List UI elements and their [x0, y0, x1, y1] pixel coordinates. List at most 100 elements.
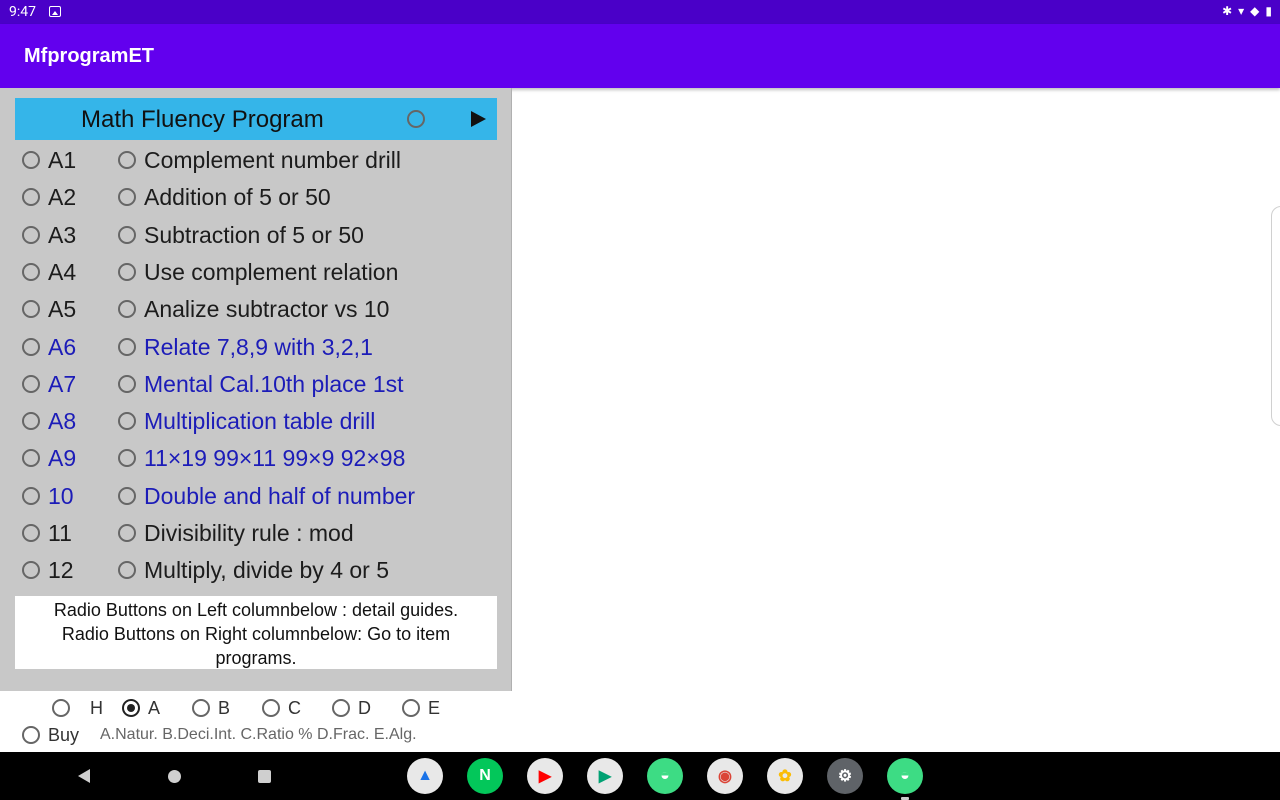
program-header: Math Fluency Program — [15, 98, 497, 140]
detail-guide-radio[interactable] — [22, 151, 40, 169]
program-row: A8 Multiplication table drill — [0, 402, 512, 439]
item-label: Addition of 5 or 50 — [144, 184, 331, 211]
program-row: 12 Multiply, divide by 4 or 5 — [0, 551, 512, 588]
category-label-a[interactable]: A — [148, 698, 160, 719]
category-radio-b[interactable] — [192, 699, 210, 717]
category-radio-c[interactable] — [262, 699, 280, 717]
buy-radio[interactable] — [22, 726, 40, 744]
go-to-program-radio[interactable] — [118, 561, 136, 580]
go-to-program-radio[interactable] — [118, 374, 136, 393]
program-row: 11 Divisibility rule : mod — [0, 514, 512, 551]
go-to-program-radio[interactable] — [118, 262, 136, 281]
item-code: A7 — [48, 370, 77, 397]
program-row: 10 Double and half of number — [0, 477, 512, 514]
item-code: A2 — [48, 184, 77, 211]
go-to-program-radio[interactable] — [118, 449, 136, 468]
note-line-3: programs. — [215, 648, 297, 668]
wifi-icon: ◆ — [1250, 4, 1260, 18]
go-to-program-radio[interactable] — [118, 225, 136, 244]
category-label-b[interactable]: B — [218, 698, 230, 719]
recent-apps-icon[interactable] — [258, 770, 271, 783]
item-code: A5 — [48, 296, 77, 323]
detail-guide-radio[interactable] — [22, 561, 40, 580]
item-code: A4 — [48, 258, 77, 285]
naver-icon[interactable]: N — [467, 758, 503, 794]
item-label: Complement number drill — [144, 147, 401, 173]
category-label-d[interactable]: D — [358, 698, 371, 719]
buy-label[interactable]: Buy — [48, 725, 79, 746]
program-row: A6 Relate 7,8,9 with 3,2,1 — [0, 328, 512, 365]
play-icon[interactable] — [471, 111, 486, 127]
item-label: Relate 7,8,9 with 3,2,1 — [144, 333, 373, 360]
android-icon[interactable]: ◒ — [647, 758, 683, 794]
category-label-c[interactable]: C — [288, 698, 301, 719]
vibrate-icon: ▾ — [1238, 4, 1245, 18]
back-icon[interactable] — [78, 769, 90, 783]
photos-icon[interactable]: ✿ — [767, 758, 803, 794]
item-label: Subtraction of 5 or 50 — [144, 221, 364, 248]
youtube-icon[interactable]: ▶ — [527, 758, 563, 794]
program-row: A7 Mental Cal.10th place 1st — [0, 365, 512, 402]
item-code: A9 — [48, 445, 77, 472]
item-label: Multiply, divide by 4 or 5 — [144, 557, 390, 584]
item-code: 11 — [48, 520, 72, 546]
detail-guide-radio[interactable] — [22, 412, 40, 431]
edge-panel-handle[interactable] — [1271, 206, 1280, 426]
detail-guide-radio[interactable] — [22, 524, 40, 542]
app-title: MfprogramET — [24, 45, 154, 67]
item-code: A1 — [48, 147, 77, 173]
status-icons: ✱ ▾ ◆ ▮ — [1222, 4, 1272, 18]
program-row: A9 11×19 99×11 99×9 92×98 — [0, 439, 512, 476]
detail-guide-radio[interactable] — [22, 225, 40, 244]
category-radio-d[interactable] — [332, 699, 350, 717]
note-line-2: Radio Buttons on Right columnbelow: Go t… — [61, 624, 451, 644]
detail-guide-radio[interactable] — [22, 374, 40, 393]
item-code: A3 — [48, 221, 77, 248]
item-label: Divisibility rule : mod — [144, 520, 354, 546]
go-to-program-radio[interactable] — [118, 151, 136, 169]
item-label: Analize subtractor vs 10 — [144, 296, 390, 323]
category-radio-e[interactable] — [402, 699, 420, 717]
settings-icon[interactable]: ⚙ — [827, 758, 863, 794]
category-label-e[interactable]: E — [428, 698, 440, 719]
android-icon[interactable]: ◒ — [887, 758, 923, 794]
image-notification-icon — [49, 6, 61, 17]
category-bar: H A B C D E Buy A.Natur. B.Deci.Int. C.Ratio … — [0, 691, 512, 751]
detail-guide-radio[interactable] — [22, 262, 40, 281]
category-label-h[interactable]: H — [90, 698, 103, 719]
navigation-bar: ▲ N ▶ ▶ ◒ ◉ ✿ ⚙ ◒ — [0, 752, 1280, 800]
detail-guide-radio[interactable] — [22, 300, 40, 319]
play-store-icon[interactable]: ▶ — [587, 758, 623, 794]
category-radio-a[interactable] — [122, 699, 140, 717]
category-legend: A.Natur. B.Deci.Int. C.Ratio % D.Frac. E… — [100, 726, 417, 743]
item-code: 10 — [48, 482, 74, 509]
home-icon[interactable] — [168, 770, 181, 783]
go-to-program-radio[interactable] — [118, 300, 136, 319]
item-code: A6 — [48, 333, 77, 360]
go-to-program-radio[interactable] — [118, 188, 136, 207]
program-row: A4 Use complement relation — [0, 253, 512, 290]
drive-icon[interactable]: ▲ — [407, 758, 443, 794]
go-to-program-radio[interactable] — [118, 486, 136, 505]
chrome-icon[interactable]: ◉ — [707, 758, 743, 794]
go-to-program-radio[interactable] — [118, 524, 136, 542]
header-radio[interactable] — [407, 110, 425, 128]
detail-guide-radio[interactable] — [22, 337, 40, 356]
item-label: Multiplication table drill — [144, 408, 376, 435]
go-to-program-radio[interactable] — [118, 412, 136, 431]
category-radio-h[interactable] — [52, 699, 70, 717]
program-row: A3 Subtraction of 5 or 50 — [0, 216, 512, 253]
go-to-program-radio[interactable] — [118, 337, 136, 356]
note-line-1: Radio Buttons on Left columnbelow : deta… — [53, 600, 459, 620]
program-row: A5 Analize subtractor vs 10 — [0, 290, 512, 327]
item-label: Mental Cal.10th place 1st — [144, 370, 404, 397]
detail-guide-radio[interactable] — [22, 449, 40, 468]
app-bar: MfprogramET — [0, 24, 1280, 88]
item-label: 11×19 99×11 99×9 92×98 — [144, 445, 406, 472]
program-row: A2 Addition of 5 or 50 — [0, 178, 512, 215]
detail-guide-radio[interactable] — [22, 188, 40, 207]
status-bar: 9:47 ✱ ▾ ◆ ▮ — [0, 0, 1280, 24]
instruction-note: Radio Buttons on Left columnbelow : deta… — [15, 596, 497, 669]
battery-icon: ▮ — [1265, 4, 1272, 18]
detail-guide-radio[interactable] — [22, 486, 40, 505]
